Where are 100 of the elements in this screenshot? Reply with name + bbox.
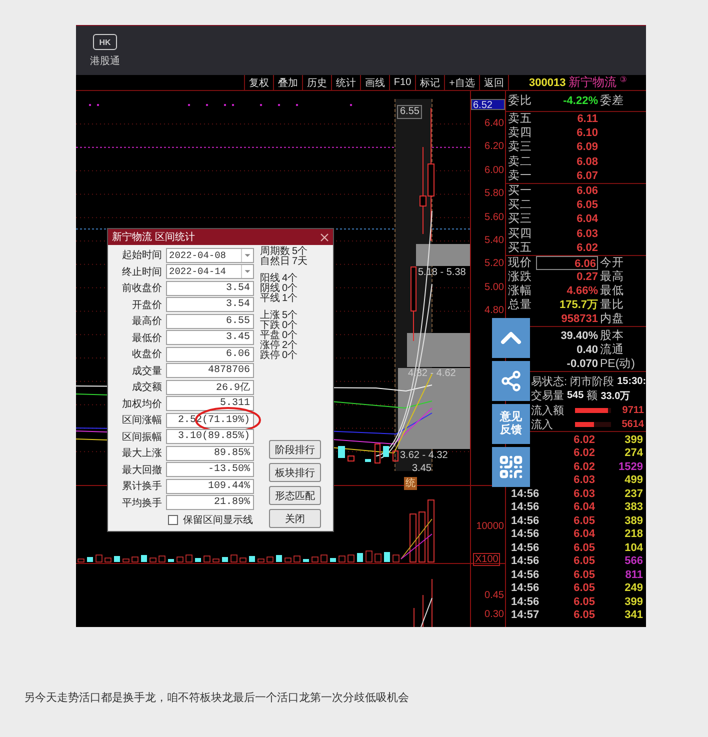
indicator-line xyxy=(420,598,432,627)
checkbox[interactable] xyxy=(168,515,178,525)
caret-icon xyxy=(241,248,253,262)
quote-label: 委差 xyxy=(599,94,625,108)
price-axis-label: 4.80 xyxy=(484,305,504,318)
order-price: 6.09 xyxy=(576,140,598,154)
indicator-bars xyxy=(414,578,432,627)
date-select[interactable]: 2022-04-14 xyxy=(166,264,254,280)
stat-value: 4个 xyxy=(282,274,298,284)
tick-price: 6.02 xyxy=(572,460,595,473)
stat-value: 0个 xyxy=(282,331,298,341)
price-axis-label: 5.00 xyxy=(484,282,504,294)
quote-label: 最低 xyxy=(599,284,625,298)
tick-volume: 399 xyxy=(624,596,643,608)
value-field[interactable]: 26.9亿 xyxy=(166,380,254,395)
order-level-label: 买五 xyxy=(507,240,533,255)
value-field[interactable]: 3.10(89.85%) xyxy=(166,429,254,444)
order-price: 6.05 xyxy=(576,198,598,212)
price-axis-label: 5.40 xyxy=(484,235,504,247)
field-label: 成交额 xyxy=(131,380,162,394)
low-price-label: 3.45 xyxy=(412,463,432,475)
quote-label: 流通 xyxy=(599,342,625,357)
quote-value: -4.22% xyxy=(562,94,598,108)
tick-volume: 218 xyxy=(624,528,643,540)
tick-price: 6.03 xyxy=(572,474,595,486)
dialog-button[interactable]: 阶段排行 xyxy=(269,440,321,459)
price-axis-label: 6.40 xyxy=(484,118,504,130)
order-level-label: 卖一 xyxy=(507,168,533,183)
back-to-top-button[interactable] xyxy=(492,318,530,358)
quote-value: 0.40 xyxy=(576,342,598,357)
quote-label: 今开 xyxy=(599,256,625,270)
quote-value: -0.070 xyxy=(566,356,598,371)
tick-volume: 237 xyxy=(624,488,643,500)
dialog-button[interactable]: 形态匹配 xyxy=(269,486,321,505)
field-label: 最高价 xyxy=(131,314,162,328)
quote-label: 最高 xyxy=(599,270,625,284)
field-label: 区间涨幅 xyxy=(121,414,162,428)
field-label: 累计换手 xyxy=(121,480,162,494)
price-axis-label: 5.60 xyxy=(484,212,504,224)
value-field[interactable]: 6.06 xyxy=(166,346,254,362)
volume-scale-label: X100 xyxy=(473,553,500,566)
qr-code-icon xyxy=(498,454,524,480)
quote-value: 0.27 xyxy=(576,270,598,284)
stat-label: 阳线 xyxy=(260,274,280,284)
date-select[interactable]: 2022-04-08 xyxy=(166,248,254,263)
stat-label: 下跌 xyxy=(260,321,280,331)
value-field[interactable]: 3.54 xyxy=(166,280,254,296)
value-field[interactable]: 109.44% xyxy=(166,478,254,494)
tick-price: 6.05 xyxy=(572,568,595,581)
order-level-label: 买二 xyxy=(507,198,533,212)
value-field[interactable]: 89.85% xyxy=(166,446,254,461)
stat-value: 5个 xyxy=(282,311,298,321)
dialog-button[interactable]: 板块排行 xyxy=(269,463,321,482)
tick-price: 6.05 xyxy=(572,555,595,568)
quote-value: 175.7万 xyxy=(558,298,598,312)
stat-value: 5个 xyxy=(292,247,308,257)
qr-code-button[interactable] xyxy=(492,447,530,487)
tick-volume: 389 xyxy=(624,514,643,527)
tick-price: 6.02 xyxy=(572,434,595,446)
volume-axis-label: 10000 xyxy=(475,521,504,533)
field-label: 区间振幅 xyxy=(121,430,162,444)
close-icon[interactable] xyxy=(320,232,329,242)
share-button[interactable] xyxy=(492,361,530,401)
volume-label: 交易量 xyxy=(531,388,564,404)
stat-value: 0个 xyxy=(282,321,298,331)
price-axis-label: 6.20 xyxy=(484,141,504,154)
dialog-button[interactable]: 关闭 xyxy=(269,509,321,528)
field-label: 最大回撤 xyxy=(121,464,162,477)
tick-volume: 811 xyxy=(625,568,643,581)
order-price: 6.04 xyxy=(576,212,598,226)
tick-price: 6.04 xyxy=(572,528,595,540)
order-price: 6.02 xyxy=(576,240,598,255)
hk-icon[interactable]: HK xyxy=(93,34,117,50)
caret-icon xyxy=(241,265,253,278)
stock-mark: ③ xyxy=(620,75,627,84)
value-field[interactable]: 6.55 xyxy=(166,314,254,329)
flow-label: 流入额 xyxy=(531,404,565,418)
value-field[interactable]: 3.45 xyxy=(166,330,254,346)
tick-time: 14:56 xyxy=(511,542,540,554)
field-label: 平均换手 xyxy=(121,496,162,510)
tick-price: 6.05 xyxy=(572,514,595,527)
tick-price: 6.03 xyxy=(572,488,595,500)
order-level-label: 卖三 xyxy=(507,140,533,154)
field-label: 终止时间 xyxy=(121,266,162,279)
value-field[interactable]: 4878706 xyxy=(166,363,254,378)
flow-value: 9711 xyxy=(621,404,645,416)
tick-volume: 274 xyxy=(624,447,643,460)
tick-volume: 383 xyxy=(624,501,643,514)
dialog-title: 新宁物流 区间统计 xyxy=(112,230,195,244)
price-zone-box xyxy=(416,244,470,266)
tick-time: 14:56 xyxy=(511,568,540,581)
stat-value: 1个 xyxy=(282,294,298,304)
value-field[interactable]: -13.50% xyxy=(166,462,254,478)
order-price: 6.06 xyxy=(576,184,598,198)
value-field[interactable]: 21.89% xyxy=(166,495,254,510)
value-field[interactable]: 5.311 xyxy=(166,396,254,412)
value-field[interactable]: 3.54 xyxy=(166,297,254,312)
tick-time: 14:56 xyxy=(511,488,540,500)
stat-label: 平线 xyxy=(260,294,280,304)
stat-value: 2个 xyxy=(282,341,298,351)
